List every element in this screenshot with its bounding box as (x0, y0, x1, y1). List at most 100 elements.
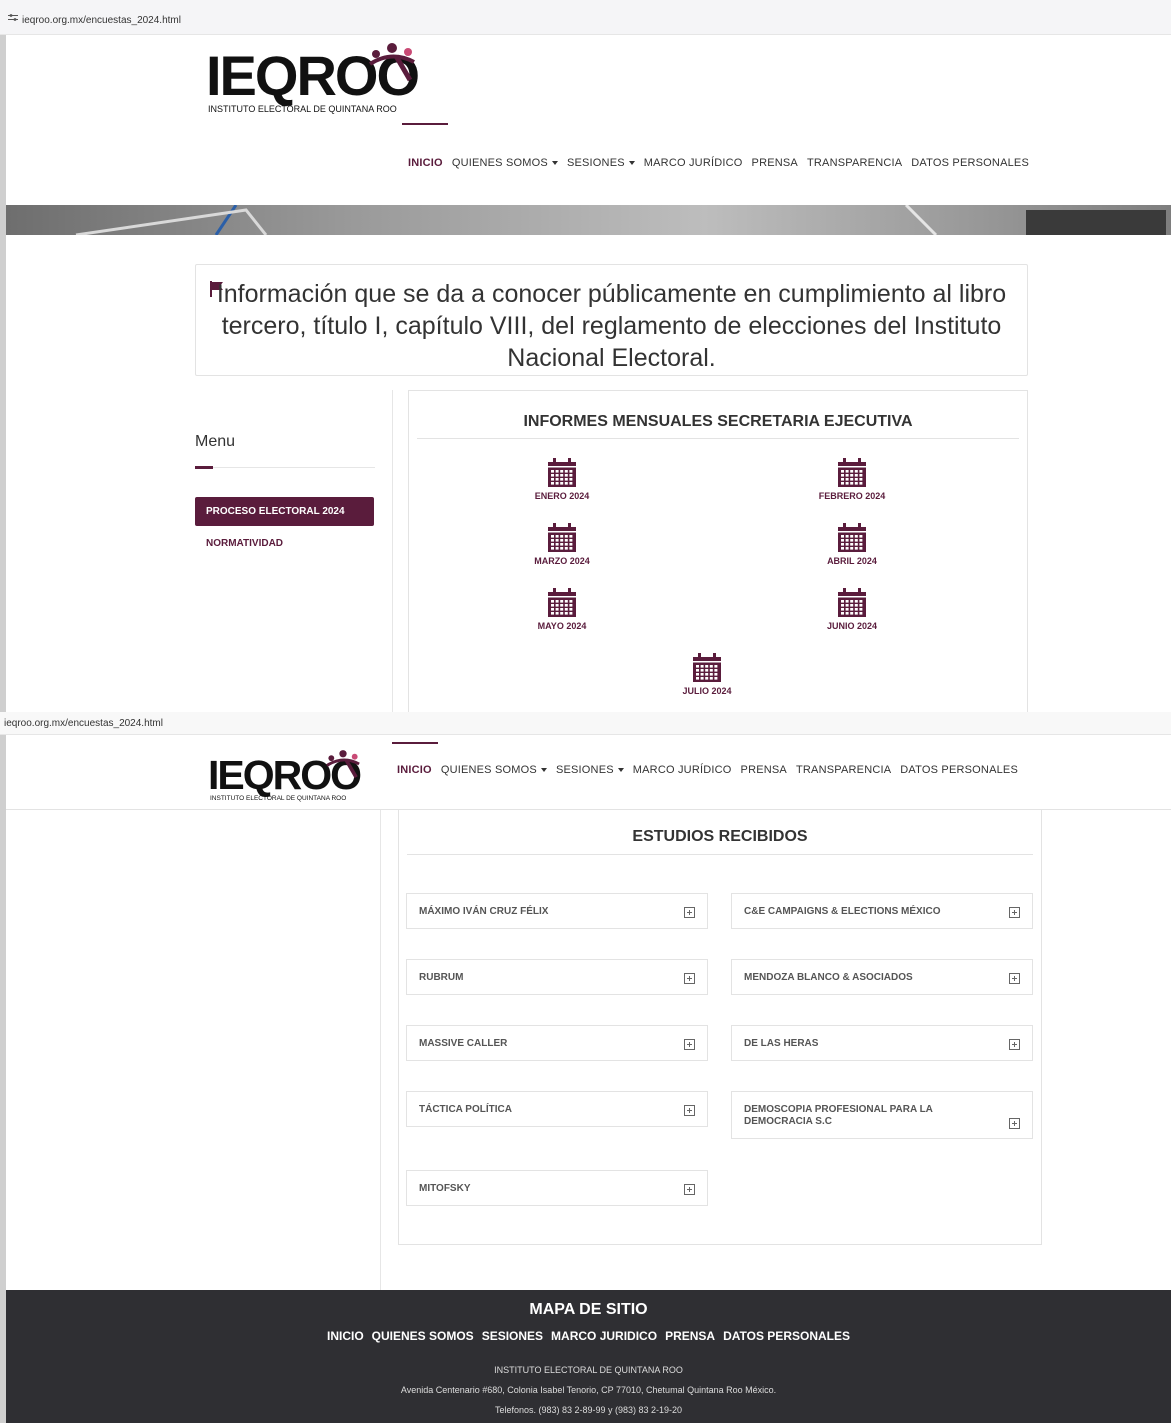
sidebar-item-proceso-electoral[interactable]: PROCESO ELECTORAL 2024 (195, 497, 374, 526)
ieqroo-logo[interactable]: IEQROO INSTITUTO ELECTORAL DE QUINTANA R… (208, 747, 378, 805)
logo-subtitle: INSTITUTO ELECTORAL DE QUINTANA ROO (208, 104, 397, 114)
expand-plus-icon[interactable] (684, 1039, 695, 1050)
nav-inicio[interactable]: INICIO (408, 157, 443, 169)
chevron-down-icon (617, 768, 624, 773)
study-accordion-item[interactable]: MENDOZA BLANCO & ASOCIADOS (731, 959, 1033, 995)
nav-transparencia[interactable]: TRANSPARENCIA (796, 764, 891, 776)
footer-link-quienes-somos[interactable]: QUIENES SOMOS (372, 1329, 474, 1343)
footer: MAPA DE SITIO INICIO QUIENES SOMOS SESIONE… (6, 1290, 1171, 1423)
sidebar-item-normatividad[interactable]: NORMATIVIDAD (206, 538, 283, 549)
nav-quienes-somos[interactable]: QUIENES SOMOS (452, 157, 558, 169)
logo-figures-icon (368, 43, 415, 82)
footer-link-sesiones[interactable]: SESIONES (482, 1329, 543, 1343)
expand-plus-icon[interactable] (684, 1184, 695, 1195)
expand-plus-icon[interactable] (684, 907, 695, 918)
nav-transparencia[interactable]: TRANSPARENCIA (807, 157, 902, 169)
month-label: JUNIO 2024 (826, 621, 878, 631)
site-settings-icon[interactable] (8, 14, 18, 22)
calendar-icon (838, 523, 866, 552)
month-label: MAYO 2024 (537, 621, 587, 631)
study-accordion-item[interactable]: DE LAS HERAS (731, 1025, 1033, 1061)
url-text[interactable]: ieqroo.org.mx/encuestas_2024.html (4, 718, 163, 729)
study-accordion-item[interactable]: DEMOSCOPIA PROFESIONAL PARA LA DEMOCRACI… (731, 1091, 1033, 1139)
nav-active-indicator (402, 123, 448, 125)
title-accent (195, 466, 213, 469)
nav-marco-juridico[interactable]: MARCO JURÍDICO (644, 157, 743, 169)
month-link[interactable]: MARZO 2024 (502, 523, 622, 566)
study-name: RUBRUM (419, 972, 464, 983)
estudios-title: ESTUDIOS RECIBIDOS (632, 828, 808, 845)
column-divider (392, 390, 393, 712)
month-label: ENERO 2024 (534, 491, 590, 501)
footer-address: Avenida Centenario #680, Colonia Isabel … (400, 1385, 777, 1395)
study-accordion-item[interactable]: TÁCTICA POLÍTICA (406, 1091, 708, 1127)
nav-datos-personales[interactable]: DATOS PERSONALES (911, 157, 1029, 169)
month-link[interactable]: JULIO 2024 (647, 653, 767, 696)
url-text[interactable]: ieqroo.org.mx/encuestas_2024.html (22, 15, 181, 26)
divider (195, 467, 375, 468)
expand-plus-icon[interactable] (684, 973, 695, 984)
footer-link-inicio[interactable]: INICIO (327, 1329, 364, 1343)
study-name: C&E CAMPAIGNS & ELECTIONS MÉXICO (744, 906, 941, 917)
nav-prensa[interactable]: PRENSA (741, 764, 787, 776)
study-name: MASSIVE CALLER (419, 1038, 508, 1049)
address-bar[interactable]: ieqroo.org.mx/encuestas_2024.html (0, 712, 1171, 735)
address-bar[interactable]: ieqroo.org.mx/encuestas_2024.html (0, 0, 1171, 35)
estudios-panel: ESTUDIOS RECIBIDOS MÁXIMO IVÁN CRUZ FÉLI… (398, 810, 1042, 1245)
study-accordion-item[interactable]: C&E CAMPAIGNS & ELECTIONS MÉXICO (731, 893, 1033, 929)
calendar-icon (548, 458, 576, 487)
divider (417, 438, 1019, 439)
nav-sesiones[interactable]: SESIONES (567, 157, 635, 169)
nav-active-indicator (392, 742, 438, 744)
nav-prensa[interactable]: PRENSA (752, 157, 798, 169)
study-name: MÁXIMO IVÁN CRUZ FÉLIX (419, 906, 549, 917)
study-name: TÁCTICA POLÍTICA (419, 1104, 512, 1115)
chevron-down-icon (628, 161, 635, 166)
chevron-down-icon (540, 768, 547, 773)
nav-datos-personales[interactable]: DATOS PERSONALES (900, 764, 1018, 776)
screenshot-bottom: ieqroo.org.mx/encuestas_2024.html IEQROO… (0, 712, 1171, 1423)
month-link[interactable]: JUNIO 2024 (792, 588, 912, 631)
notice-box: Información que se da a conocer públicam… (195, 264, 1028, 376)
nav-marco-juridico[interactable]: MARCO JURÍDICO (633, 764, 732, 776)
month-link[interactable]: MAYO 2024 (502, 588, 622, 631)
footer-link-marco-juridico[interactable]: MARCO JURIDICO (551, 1329, 657, 1343)
footer-org: INSTITUTO ELECTORAL DE QUINTANA ROO (494, 1365, 683, 1375)
footer-links: INICIO QUIENES SOMOS SESIONES MARCO JURIDIC… (6, 1329, 1171, 1343)
informes-panel: INFORMES MENSUALES SECRETARIA EJECUTIVA … (408, 390, 1028, 712)
expand-plus-icon[interactable] (1009, 973, 1020, 984)
nav-inicio[interactable]: INICIO (397, 764, 432, 776)
expand-plus-icon[interactable] (1009, 1039, 1020, 1050)
expand-plus-icon[interactable] (1009, 907, 1020, 918)
nav-sesiones[interactable]: SESIONES (556, 764, 624, 776)
study-name: DE LAS HERAS (744, 1038, 819, 1049)
month-label: MARZO 2024 (534, 556, 590, 566)
sidebar-title: Menu (195, 433, 236, 450)
sticky-header: IEQROO INSTITUTO ELECTORAL DE QUINTANA R… (6, 742, 1171, 810)
expand-plus-icon[interactable] (684, 1105, 695, 1116)
calendar-icon (548, 588, 576, 617)
study-accordion-item[interactable]: MÁXIMO IVÁN CRUZ FÉLIX (406, 893, 708, 929)
study-accordion-item[interactable]: RUBRUM (406, 959, 708, 995)
hero-banner (6, 203, 1171, 237)
footer-title: MAPA DE SITIO (529, 1301, 648, 1318)
chevron-down-icon (551, 161, 558, 166)
notice-text: Información que se da a conocer públicam… (216, 280, 1007, 372)
footer-link-prensa[interactable]: PRENSA (665, 1329, 715, 1343)
month-link[interactable]: ENERO 2024 (502, 458, 622, 501)
study-accordion-item[interactable]: MASSIVE CALLER (406, 1025, 708, 1061)
month-label: FEBRERO 2024 (818, 491, 886, 501)
main-nav: INICIO QUIENES SOMOS SESIONES MARCO JURÍDIC… (408, 157, 1038, 169)
nav-quienes-somos[interactable]: QUIENES SOMOS (441, 764, 547, 776)
month-link[interactable]: FEBRERO 2024 (792, 458, 912, 501)
ieqroo-logo[interactable]: IEQROO INSTITUTO ELECTORAL DE QUINTANA R… (206, 42, 426, 117)
study-accordion-item[interactable]: MITOFSKY (406, 1170, 708, 1206)
expand-plus-icon[interactable] (1009, 1118, 1020, 1129)
main-nav: INICIO QUIENES SOMOS SESIONES MARCO JURÍDIC… (397, 764, 1027, 776)
nav-quienes-somos-label: QUIENES SOMOS (440, 764, 537, 776)
nav-quienes-somos-label: QUIENES SOMOS (451, 157, 548, 169)
calendar-icon (693, 653, 721, 682)
month-link[interactable]: ABRIL 2024 (792, 523, 912, 566)
month-label: ABRIL 2024 (827, 556, 877, 566)
footer-link-datos-personales[interactable]: DATOS PERSONALES (723, 1329, 850, 1343)
